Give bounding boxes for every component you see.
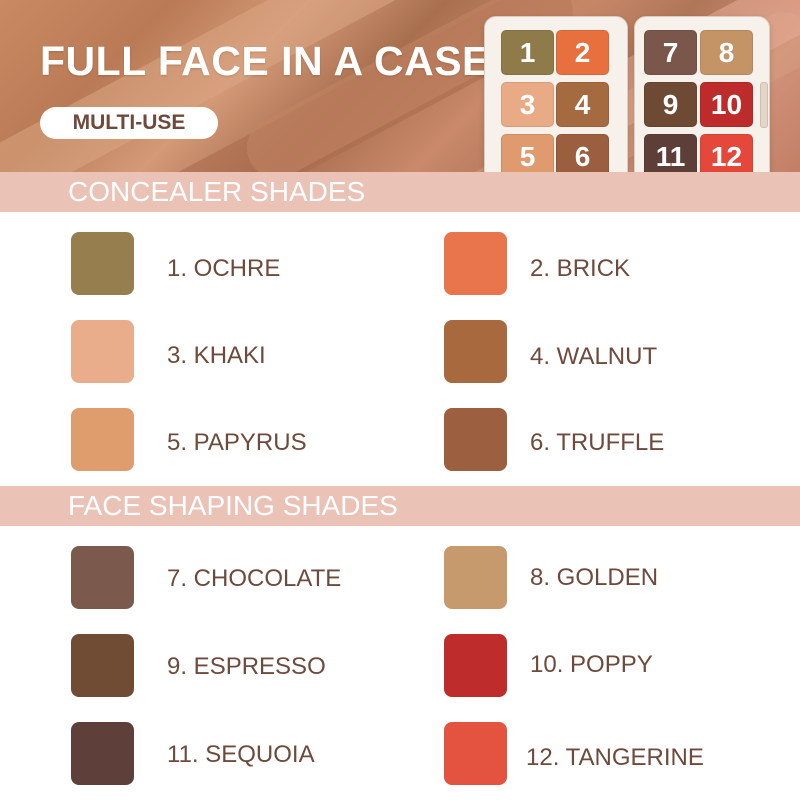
shade-label-chocolate: 7. CHOCOLATE xyxy=(167,565,342,592)
shade-label-ochre: 1. OCHRE xyxy=(167,255,281,282)
face-shaping-section-heading: FACE SHAPING SHADES xyxy=(68,490,398,521)
shade-swatch-ochre xyxy=(71,232,134,295)
shade-label-khaki: 3. KHAKI xyxy=(167,342,266,369)
concealer-section-heading: CONCEALER SHADES xyxy=(68,176,366,207)
concealer-section-band: CONCEALER SHADES xyxy=(0,172,800,212)
palette-pan-4: 4 xyxy=(556,82,609,127)
shade-label-truffle: 6. TRUFFLE xyxy=(530,429,665,456)
palette-clasp xyxy=(760,82,768,128)
palette-pan-1: 1 xyxy=(501,30,554,75)
shade-swatch-chocolate xyxy=(71,546,134,609)
face-shaping-section-band: FACE SHAPING SHADES xyxy=(0,486,800,526)
shade-label-poppy: 10. POPPY xyxy=(530,651,653,678)
shade-swatch-walnut xyxy=(444,320,507,383)
shade-swatch-brick xyxy=(444,232,507,295)
palette-pan-9: 9 xyxy=(644,82,697,127)
shade-label-tangerine: 12. TANGERINE xyxy=(526,744,704,771)
palette-pan-2: 2 xyxy=(556,30,609,75)
shade-swatch-tangerine xyxy=(444,722,507,785)
palette-pan-10: 10 xyxy=(700,82,753,127)
palette-pan-8: 8 xyxy=(700,30,753,75)
multi-use-badge: MULTI-USE xyxy=(40,107,218,139)
shade-swatch-poppy xyxy=(444,634,507,697)
shade-label-sequoia: 11. SEQUOIA xyxy=(167,741,315,768)
shade-label-brick: 2. BRICK xyxy=(530,255,631,282)
shade-label-espresso: 9. ESPRESSO xyxy=(167,653,326,680)
shade-swatch-truffle xyxy=(444,408,507,471)
page-title: FULL FACE IN A CASE xyxy=(40,38,490,84)
shade-swatch-sequoia xyxy=(71,722,134,785)
shade-swatch-khaki xyxy=(71,320,134,383)
palette-pan-7: 7 xyxy=(644,30,697,75)
shade-label-golden: 8. GOLDEN xyxy=(530,564,659,591)
palette-pan-3: 3 xyxy=(501,82,554,127)
shade-swatch-golden xyxy=(444,546,507,609)
shade-label-walnut: 4. WALNUT xyxy=(530,343,658,370)
shade-swatch-espresso xyxy=(71,634,134,697)
shade-swatch-papyrus xyxy=(71,408,134,471)
shade-label-papyrus: 5. PAPYRUS xyxy=(167,429,307,456)
